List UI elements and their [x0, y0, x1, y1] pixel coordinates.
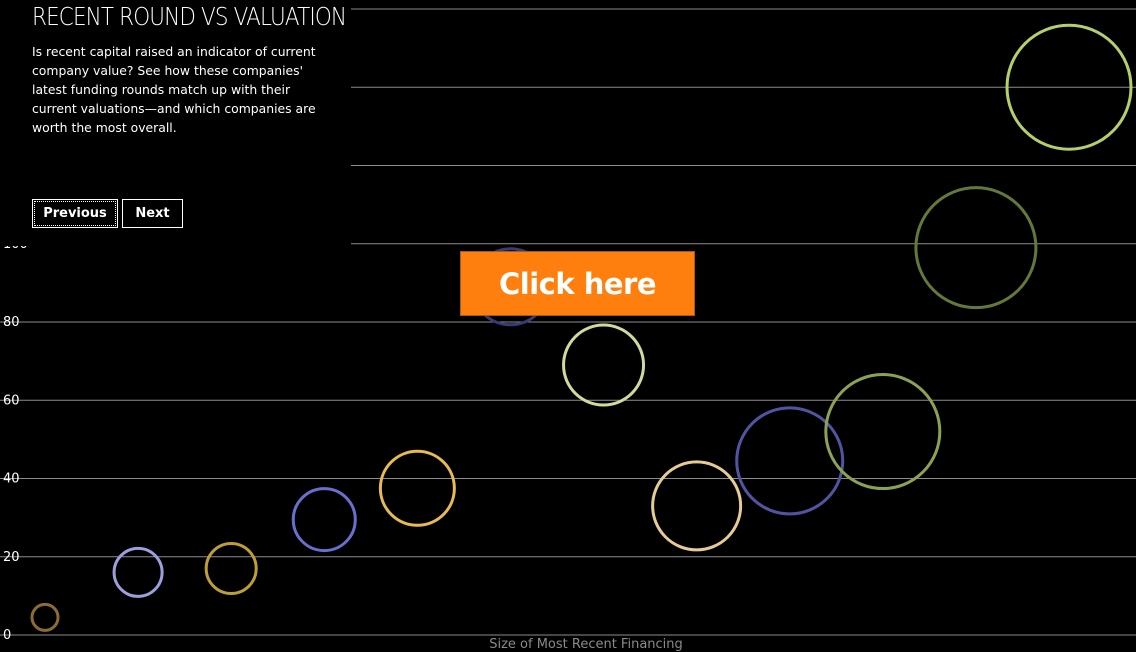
bubble[interactable] — [562, 323, 646, 407]
previous-button[interactable]: Previous — [32, 199, 118, 228]
y-tick-label: 40 — [3, 472, 20, 487]
y-tick-label: 60 — [3, 393, 20, 408]
x-axis-title: Size of Most Recent Financing — [489, 637, 683, 652]
bubble[interactable] — [914, 186, 1038, 310]
bubble[interactable] — [824, 373, 942, 491]
bubble[interactable] — [30, 602, 60, 632]
bubble[interactable] — [651, 460, 743, 552]
chart-title: RECENT ROUND VS VALUATION — [32, 2, 347, 31]
next-button[interactable]: Next — [122, 199, 183, 228]
y-tick-label: 0 — [3, 628, 11, 643]
bubble[interactable] — [112, 546, 164, 598]
bubble[interactable] — [378, 449, 456, 527]
click-here-button[interactable]: Click here — [460, 251, 695, 316]
intro-panel: RECENT ROUND VS VALUATION Is recent capi… — [0, 0, 351, 246]
chart-subtitle: Is recent capital raised an indicator of… — [32, 44, 316, 135]
bubble[interactable] — [204, 541, 258, 595]
y-tick-label: 80 — [3, 315, 20, 330]
bubble[interactable] — [291, 487, 357, 553]
y-tick-label: 20 — [3, 550, 20, 565]
